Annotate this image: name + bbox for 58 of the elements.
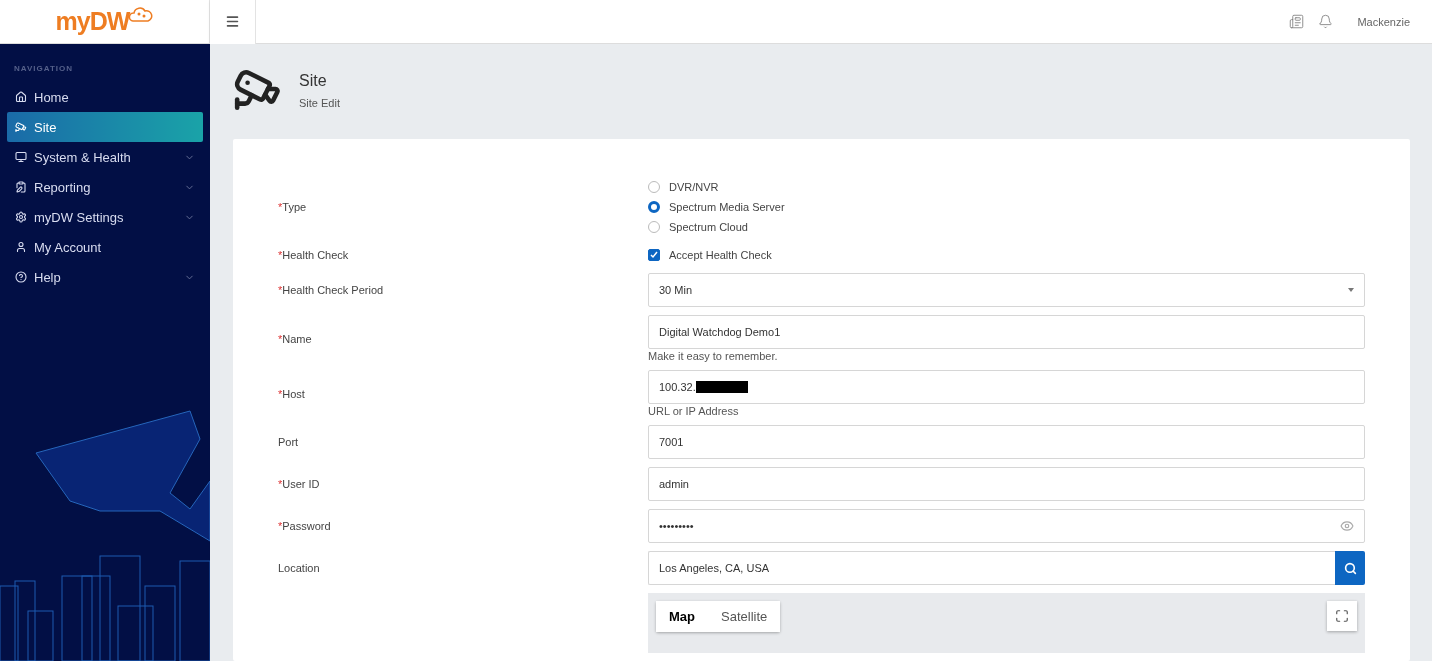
field-label: *Health Check [278,249,350,261]
eye-icon[interactable] [1340,519,1354,533]
site-icon [15,121,27,133]
fullscreen-icon [1335,609,1349,623]
field-label: *Name [278,332,313,345]
field-hint: Make it easy to remember. [648,350,779,362]
field-label: Location [278,562,321,574]
radio-icon[interactable] [648,181,660,193]
password-field[interactable]: ••••••••• [648,509,1365,543]
field-label: *Type [278,201,308,213]
input-field[interactable]: 7001 [648,425,1365,459]
radio-icon[interactable] [648,221,660,233]
sidebar-item[interactable]: Help [7,262,203,292]
radio-option[interactable]: Spectrum Media Server [648,197,1365,217]
location-field[interactable]: Los Angeles, CA, USA [648,551,1335,585]
sidebar-item[interactable]: System & Health [7,142,203,172]
radio-option[interactable]: DVR/NVR [648,177,1365,197]
settings-icon [15,211,27,223]
field-label: *Health Check Period [278,284,385,296]
field-label: *Password [278,520,332,532]
sidebar-item[interactable]: Site [7,112,203,142]
period-select[interactable]: 30 Min [648,273,1365,307]
page-title: Site [299,72,328,90]
checkbox-icon[interactable] [648,249,660,261]
menu-icon [225,14,240,29]
search-button[interactable] [1335,551,1365,585]
home-icon [15,91,27,103]
document-icon[interactable] [1289,14,1305,29]
user-name[interactable]: Mackenzie [1357,15,1410,28]
sidebar-item[interactable]: Home [7,82,203,112]
sidebar-item[interactable]: My Account [7,232,203,262]
page-subtitle: Site Edit [299,97,340,109]
map-type-tab[interactable]: Satellite [708,601,781,632]
field-label: Port [278,436,300,448]
field-hint: URL or IP Address [648,405,740,417]
field-label: *User ID [278,478,321,490]
report-icon [15,181,27,193]
map-type-tab[interactable]: Map [656,601,708,632]
radio-option[interactable]: Spectrum Cloud [648,217,1365,237]
menu-button[interactable] [210,0,256,44]
field-label: *Host [278,387,306,400]
radio-icon[interactable] [648,201,660,213]
input-field[interactable]: 100.32. [648,370,1365,404]
cloud-icon [129,4,154,25]
monitor-icon [15,151,27,163]
caret-icon [1348,288,1354,292]
bell-icon[interactable] [1318,14,1334,29]
sidebar-item[interactable]: Reporting [7,172,203,202]
fullscreen-button[interactable] [1327,601,1357,631]
input-field[interactable]: admin [648,467,1365,501]
nav-heading: NAVIGATION [13,64,75,73]
help-icon [15,271,27,283]
account-icon [15,241,27,253]
checkbox-option[interactable]: Accept Health Check [648,245,1365,265]
input-field[interactable]: Digital Watchdog Demo1 [648,315,1365,349]
sidebar-item[interactable]: myDW Settings [7,202,203,232]
map-placeholder[interactable]: Map Satellite [648,593,1365,653]
search-icon [1343,561,1357,575]
